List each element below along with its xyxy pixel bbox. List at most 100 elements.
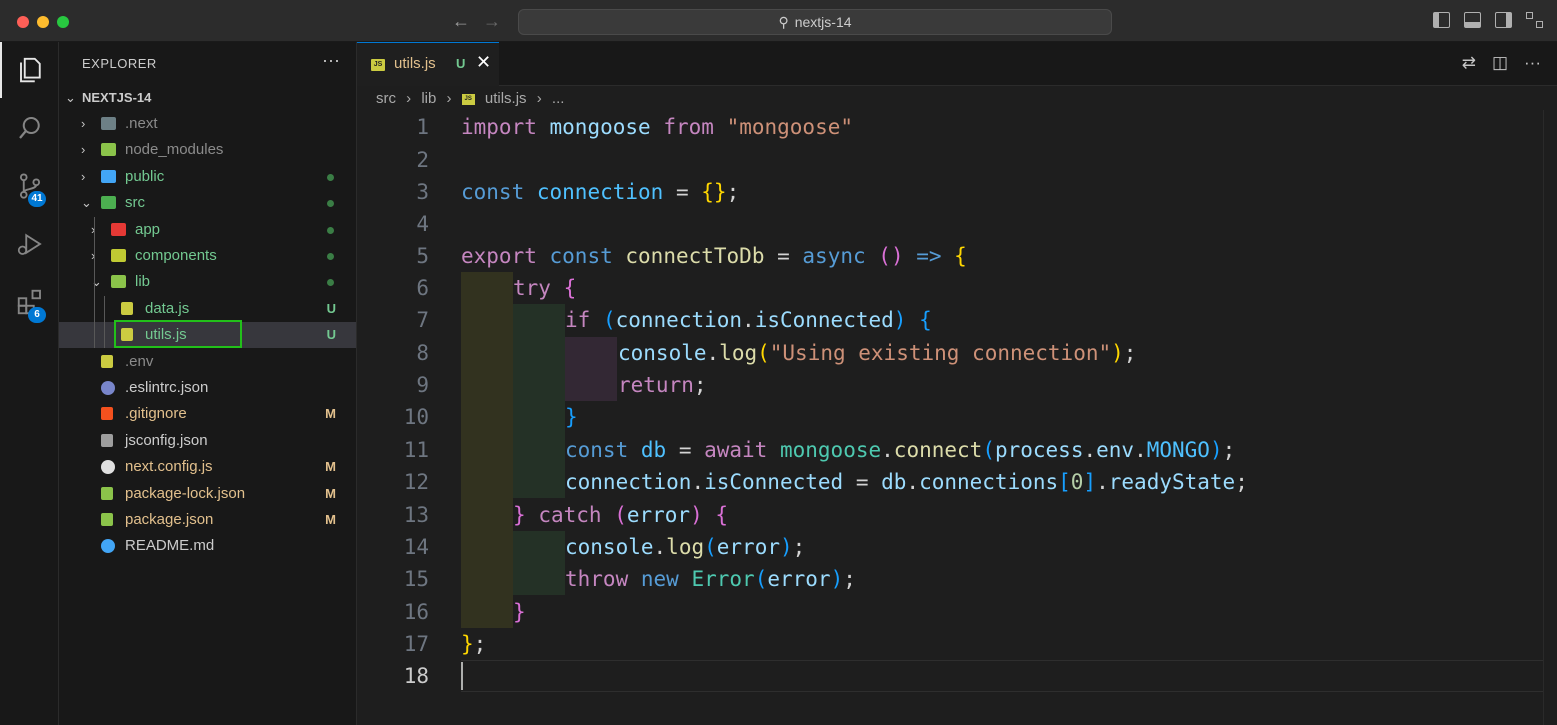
tree-item-label: data.js	[145, 300, 190, 317]
explorer-root-folder[interactable]: ⌄ NEXTJS-14	[59, 85, 356, 111]
git-status-dot	[327, 227, 334, 234]
toggle-primary-sidebar-icon[interactable]	[1433, 12, 1450, 28]
search-icon: ⚲	[778, 14, 789, 30]
tree-item[interactable]: package.json M	[59, 507, 356, 533]
minimize-window-button[interactable]	[37, 16, 49, 28]
tab-status: U	[456, 56, 466, 71]
extensions-badge: 6	[28, 307, 46, 323]
source-control-activity[interactable]: 41	[0, 158, 59, 214]
maximize-window-button[interactable]	[57, 16, 69, 28]
more-actions-icon[interactable]: ···	[322, 50, 340, 71]
tree-item[interactable]: ›components	[59, 243, 356, 269]
tree-item-label: components	[135, 247, 217, 264]
code-line-1: import mongoose from "mongoose"	[461, 115, 853, 139]
breadcrumb-file[interactable]: utils.js	[485, 90, 527, 107]
tree-item[interactable]: ⌄ lib	[59, 269, 356, 295]
tree-item[interactable]: ⌄ src	[59, 190, 356, 216]
git-status-badge: U	[326, 327, 336, 342]
back-arrow-icon[interactable]: ←	[452, 11, 470, 32]
folder-app-icon	[111, 223, 126, 236]
tree-item[interactable]: › public	[59, 164, 356, 190]
tree-item-label: jsconfig.json	[125, 432, 208, 449]
tree-indent-guide	[104, 296, 105, 348]
tree-item[interactable]: README.md	[59, 533, 356, 559]
env-file-icon	[101, 355, 113, 368]
close-window-button[interactable]	[17, 16, 29, 28]
tree-item[interactable]: .env	[59, 349, 356, 375]
run-debug-activity[interactable]	[0, 216, 59, 272]
code-line-10: }	[565, 405, 578, 429]
tree-item[interactable]: › node_modules	[59, 137, 356, 163]
breadcrumb-separator: ›	[536, 90, 542, 107]
tree-item[interactable]: › .next	[59, 111, 356, 137]
code-line-12: connection.isConnected = db.connections[…	[565, 470, 1248, 494]
chevron-right-icon: ›	[81, 116, 86, 131]
breadcrumb-symbol[interactable]: ...	[552, 90, 565, 107]
git-status-badge: M	[325, 512, 336, 527]
js-file-icon: JS	[371, 59, 385, 71]
chevron-down-icon: ⌄	[81, 195, 92, 210]
git-status-dot	[327, 253, 334, 260]
tree-item[interactable]: jsconfig.json	[59, 428, 356, 454]
command-center-search[interactable]: ⚲ nextjs-14	[518, 9, 1112, 35]
tree-item-label: .env	[125, 353, 154, 370]
code-line-6: try {	[513, 276, 577, 300]
code-line-8: console.log("Using existing connection")…	[618, 341, 1137, 365]
activity-bar: 41 6	[0, 42, 59, 725]
tree-item[interactable]: .gitignore M	[59, 401, 356, 427]
customize-layout-icon[interactable]	[1526, 12, 1543, 28]
line-number: 4	[416, 212, 429, 236]
explorer-title: EXPLORER	[82, 56, 157, 71]
code-line-9: return;	[618, 373, 707, 397]
workspace-name: nextjs-14	[794, 14, 852, 30]
tree-item[interactable]: .eslintrc.json	[59, 375, 356, 401]
chevron-down-icon: ⌄	[65, 90, 76, 105]
root-folder-label: NEXTJS-14	[82, 90, 152, 105]
npm-file-icon	[101, 513, 113, 526]
code-editor[interactable]: 1 2 3 4 5 6 7 8 9 10 11 12 13 14 15 16 17 18 import mongo…	[357, 110, 1557, 725]
more-icon[interactable]: ···	[1524, 53, 1541, 73]
toggle-panel-icon[interactable]	[1464, 12, 1481, 28]
tree-item[interactable]: package-lock.json M	[59, 481, 356, 507]
code-line-3: const connection = {};	[461, 180, 740, 204]
chevron-right-icon: ›	[81, 142, 86, 157]
git-status-badge: M	[325, 459, 336, 474]
toggle-secondary-sidebar-icon[interactable]	[1495, 12, 1512, 28]
search-activity[interactable]	[0, 100, 59, 156]
breadcrumb-lib[interactable]: lib	[421, 90, 436, 107]
open-changes-icon[interactable]: ⇄	[1462, 53, 1476, 73]
tree-item-label: next.config.js	[125, 458, 213, 475]
title-bar: ← → ⚲ nextjs-14	[0, 0, 1557, 42]
tree-item-label: node_modules	[125, 141, 224, 158]
npm-file-icon	[101, 487, 113, 500]
breadcrumb-src[interactable]: src	[376, 90, 396, 107]
magnifier-icon	[18, 117, 40, 139]
tree-item-label: package.json	[125, 511, 214, 528]
git-status-badge: M	[325, 486, 336, 501]
forward-arrow-icon[interactable]: →	[483, 11, 501, 32]
tree-item-label: package-lock.json	[125, 485, 246, 502]
git-status-badge: M	[325, 406, 336, 421]
code-line-16: }	[513, 600, 526, 624]
explorer-activity[interactable]	[0, 42, 59, 98]
tree-item-label: app	[135, 221, 161, 238]
chevron-right-icon: ›	[81, 169, 86, 184]
tree-item[interactable]: ›app	[59, 217, 356, 243]
folder-components-icon	[111, 249, 126, 262]
folder-public-icon	[101, 170, 116, 183]
git-file-icon	[101, 407, 113, 420]
info-file-icon	[101, 539, 115, 553]
tree-item-label: .next	[125, 115, 158, 132]
close-tab-icon[interactable]: ✕	[476, 52, 491, 73]
breadcrumb-separator: ›	[406, 90, 412, 107]
tree-item[interactable]: next.config.js M	[59, 454, 356, 480]
editor-scrollbar[interactable]	[1543, 110, 1557, 725]
split-editor-icon[interactable]: ◫	[1492, 53, 1508, 73]
tree-item-label: public	[125, 168, 165, 185]
run-debug-icon	[17, 233, 42, 255]
git-status-dot	[327, 174, 334, 181]
breadcrumb-separator: ›	[446, 90, 452, 107]
extensions-activity[interactable]: 6	[0, 274, 59, 330]
scm-badge: 41	[28, 191, 46, 207]
tab-utils-js[interactable]: JS utils.js U ✕	[357, 42, 499, 86]
